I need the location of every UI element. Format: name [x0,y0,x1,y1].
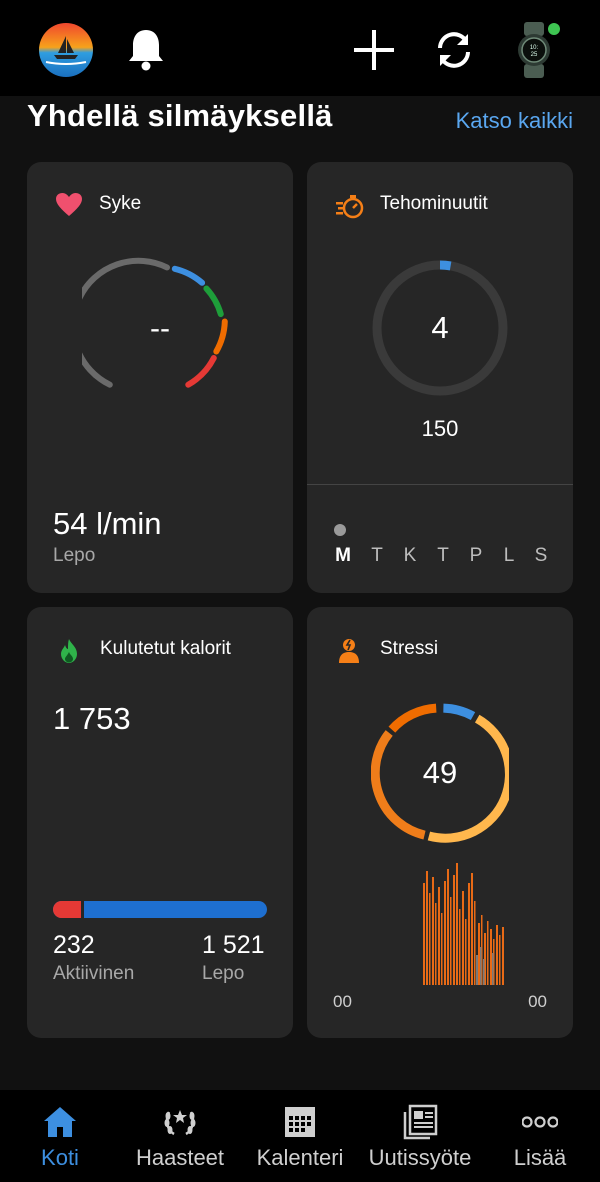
stress-timeline-chart [423,863,504,985]
notifications-bell-icon[interactable] [126,26,166,72]
calories-card[interactable]: Kulutetut kalorit 1 753 232 Aktiivinen 1… [27,607,293,1038]
stress-value: 49 [422,755,458,790]
day-label: M [335,545,351,566]
resting-heart-rate-value: 54 l/min [53,506,162,541]
newsfeed-icon [403,1104,438,1140]
top-bar: 10: 25 [0,0,600,96]
nav-item-newsfeed[interactable]: Uutissyöte [360,1090,480,1182]
resting-heart-rate-label: Lepo [53,545,96,566]
intensity-minutes-card[interactable]: Tehominuutit 4 150 [307,162,573,593]
stress-title: Stressi [380,638,439,659]
calendar-icon [285,1107,315,1137]
calories-active-bar [53,901,85,918]
intensity-minutes-value: 4 [431,310,449,345]
svg-text:25: 25 [531,52,538,58]
resting-calories-value: 1 521 [202,931,265,959]
active-calories-label: Aktiivinen [53,963,135,984]
intensity-minutes-title: Tehominuutit [380,193,488,214]
nav-item-challenges[interactable]: Haasteet [120,1090,240,1182]
calories-total: 1 753 [53,701,131,736]
current-day-dot [334,524,346,536]
day-label: P [469,545,483,566]
divider [307,484,573,485]
app-logo-icon[interactable] [38,22,94,78]
nav-label-more: Lisää [513,1145,567,1170]
stopwatch-icon [336,195,364,219]
nav-label-newsfeed: Uutissyöte [368,1145,472,1170]
nav-item-home[interactable]: Koti [0,1090,120,1182]
day-label: L [503,545,515,566]
nav-label-calendar: Kalenteri [256,1145,344,1170]
stress-card[interactable]: Stressi 49 00 00 [307,607,573,1038]
more-dots-icon [522,1116,558,1128]
calories-bar [53,901,267,918]
heart-icon [56,193,82,216]
bottom-navigation: Koti Haasteet Kalenteri Uutissyöte Lisää [0,1090,600,1182]
home-icon [44,1107,76,1137]
heart-rate-title: Syke [99,193,142,214]
watch-device-icon[interactable]: 10: 25 [512,20,564,80]
stress-person-icon [339,639,359,663]
nav-label-challenges: Haasteet [135,1145,225,1170]
nav-item-calendar[interactable]: Kalenteri [240,1090,360,1182]
active-calories-value: 232 [53,931,95,959]
nav-item-more[interactable]: Lisää [480,1090,600,1182]
day-label: K [403,545,417,566]
calories-title: Kulutetut kalorit [100,638,231,659]
heart-rate-gauge-value: -- [150,312,170,345]
laurel-icon [164,1110,196,1136]
svg-text:10:: 10: [530,45,539,51]
see-all-link[interactable]: Katso kaikki [456,108,573,134]
intensity-minutes-goal: 150 [421,416,459,441]
sync-icon[interactable] [432,28,476,72]
day-label: S [534,545,548,566]
flame-icon [61,639,77,663]
heart-rate-card[interactable]: Syke -- 54 l/min Lepo [27,162,293,593]
add-icon[interactable] [353,29,395,71]
section-title: Yhdellä silmäyksellä [27,98,333,133]
stress-axis-end-label: 00 [528,992,547,1011]
day-label: T [437,545,449,566]
day-label: T [371,545,383,566]
resting-calories-label: Lepo [202,963,245,984]
nav-label-home: Koti [41,1145,79,1170]
stress-axis-start-label: 00 [333,992,352,1011]
